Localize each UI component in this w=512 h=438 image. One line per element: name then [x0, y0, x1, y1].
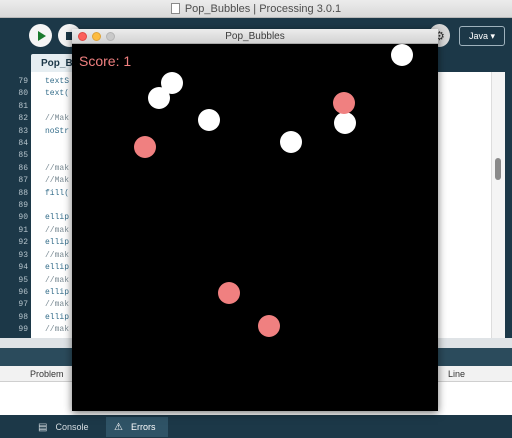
code-line: ellip	[45, 213, 70, 223]
code-line: //Mak	[45, 176, 70, 186]
line-number: 88	[18, 188, 28, 198]
white-bubble[interactable]	[148, 87, 170, 109]
line-number: 93	[18, 250, 28, 260]
code-line: ellip	[45, 238, 70, 248]
code-line: noStr	[45, 126, 70, 136]
editor-scrollbar[interactable]	[491, 72, 505, 338]
code-line: //mak	[45, 250, 70, 260]
warning-icon: ⚠	[114, 421, 123, 433]
line-number: 82	[18, 114, 28, 124]
sketch-window: Pop_Bubbles Score: 1	[72, 29, 438, 411]
run-button[interactable]	[29, 24, 52, 47]
ide-right-edge	[505, 72, 512, 338]
line-number: 92	[18, 238, 28, 248]
code-lines: textS text( //Mak noStr //mak //Mak fill( el…	[45, 76, 69, 349]
white-bubble[interactable]	[334, 112, 356, 134]
bottom-tab-bar: ▤ Console ⚠ Errors	[0, 415, 512, 438]
code-line: //mak	[45, 325, 70, 335]
line-number: 94	[18, 263, 28, 273]
tab-errors[interactable]: ⚠ Errors	[106, 417, 168, 437]
pink-bubble[interactable]	[218, 282, 240, 304]
code-line: ellip	[45, 287, 70, 297]
line-number: 97	[18, 300, 28, 310]
document-icon	[170, 3, 180, 14]
white-bubble[interactable]	[280, 131, 302, 153]
column-line[interactable]: Line	[448, 369, 465, 379]
line-number: 79	[18, 77, 28, 86]
zoom-window-button[interactable]	[106, 32, 115, 41]
scrollbar-thumb[interactable]	[495, 158, 501, 180]
line-number: 91	[18, 225, 28, 235]
code-line: ellip	[45, 312, 70, 322]
white-bubble[interactable]	[198, 109, 220, 131]
code-line: textS	[45, 77, 70, 86]
play-icon	[37, 30, 46, 41]
pink-bubble[interactable]	[258, 315, 280, 337]
line-number: 96	[18, 287, 28, 297]
column-problem[interactable]: Problem	[30, 369, 64, 379]
ide-titlebar: Pop_Bubbles | Processing 3.0.1	[0, 0, 512, 18]
tab-console-label: Console	[55, 422, 89, 432]
line-number: 90	[18, 213, 28, 223]
tab-console[interactable]: ▤ Console	[30, 417, 102, 437]
code-line: //mak	[45, 275, 70, 285]
tab-errors-label: Errors	[130, 422, 156, 432]
sketch-titlebar[interactable]: Pop_Bubbles	[72, 29, 438, 44]
line-numbers: 79 80 81 82 83 84 85 86 87 88 89 90 91 92 93 94 95 96 97 98…	[0, 76, 28, 349]
line-number: 80	[18, 89, 28, 99]
console-icon: ▤	[38, 421, 48, 433]
sketch-canvas[interactable]: Score: 1	[72, 44, 438, 411]
code-line: ellip	[45, 263, 70, 273]
line-number: 95	[18, 275, 28, 285]
line-number: 85	[18, 151, 28, 161]
code-line: //Mak	[45, 114, 70, 124]
code-line: //mak	[45, 300, 70, 310]
pink-bubble[interactable]	[333, 92, 355, 114]
line-number: 98	[18, 312, 28, 322]
line-number: 99	[18, 325, 28, 335]
score-label: Score: 1	[79, 53, 132, 69]
code-line: //mak	[45, 163, 70, 173]
minimize-window-button[interactable]	[92, 32, 101, 41]
sketch-window-title: Pop_Bubbles	[225, 31, 285, 42]
line-number: 81	[18, 101, 28, 111]
line-number: 84	[18, 139, 28, 149]
line-number: 89	[18, 201, 28, 211]
line-number: 86	[18, 163, 28, 173]
line-number: 83	[18, 126, 28, 136]
code-line: text(	[45, 89, 70, 99]
code-line: //mak	[45, 225, 70, 235]
close-window-button[interactable]	[78, 32, 87, 41]
line-number: 87	[18, 176, 28, 186]
white-bubble[interactable]	[391, 44, 413, 66]
mode-select[interactable]: Java ▾	[459, 26, 505, 46]
ide-window-title: Pop_Bubbles | Processing 3.0.1	[184, 2, 342, 15]
code-line: fill(	[45, 188, 70, 198]
pink-bubble[interactable]	[134, 136, 156, 158]
